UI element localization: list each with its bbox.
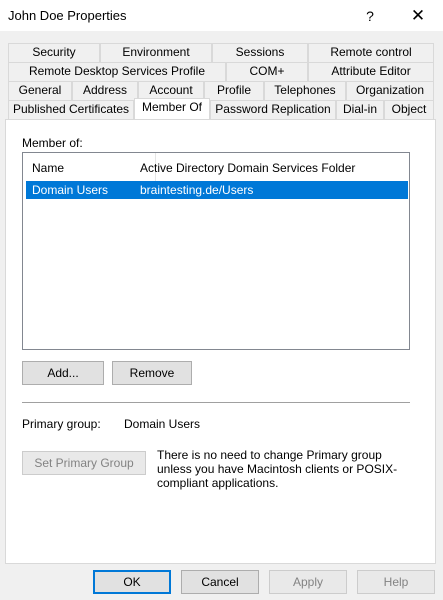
tab-sessions[interactable]: Sessions: [212, 43, 308, 62]
tab-remote-desktop-services-profile[interactable]: Remote Desktop Services Profile: [8, 62, 226, 81]
tab-password-replication[interactable]: Password Replication: [210, 100, 336, 119]
column-header-name[interactable]: Name: [32, 161, 64, 175]
row-folder: braintesting.de/Users: [140, 183, 254, 197]
remove-button[interactable]: Remove: [112, 361, 192, 385]
help-icon[interactable]: ?: [352, 4, 388, 28]
tab-environment[interactable]: Environment: [100, 43, 212, 62]
tab-dial-in[interactable]: Dial-in: [336, 100, 384, 119]
add-button[interactable]: Add...: [22, 361, 104, 385]
column-header-folder[interactable]: Active Directory Domain Services Folder: [140, 161, 355, 175]
divider: [22, 402, 410, 403]
tab-object[interactable]: Object: [384, 100, 434, 119]
tab-security[interactable]: Security: [8, 43, 100, 62]
member-of-label: Member of:: [22, 136, 83, 150]
row-name: Domain Users: [32, 183, 109, 197]
tab-member-of[interactable]: Member Of: [134, 98, 210, 119]
tab-profile[interactable]: Profile: [204, 81, 264, 100]
set-primary-group-button[interactable]: Set Primary Group: [22, 451, 146, 475]
tab-telephones[interactable]: Telephones: [264, 81, 346, 100]
tab-organization[interactable]: Organization: [346, 81, 434, 100]
primary-group-label: Primary group:: [22, 417, 101, 431]
cancel-button[interactable]: Cancel: [181, 570, 259, 594]
tab-remote-control[interactable]: Remote control: [308, 43, 434, 62]
close-icon[interactable]: ✕: [398, 4, 438, 28]
help-button[interactable]: Help: [357, 570, 435, 594]
primary-group-note: There is no need to change Primary group…: [157, 448, 398, 490]
apply-button[interactable]: Apply: [269, 570, 347, 594]
window-title: John Doe Properties: [8, 8, 127, 23]
tab-address[interactable]: Address: [72, 81, 138, 100]
tab-com-plus[interactable]: COM+: [226, 62, 308, 81]
ok-button[interactable]: OK: [93, 570, 171, 594]
member-of-list[interactable]: Name Active Directory Domain Services Fo…: [22, 152, 410, 350]
tab-general[interactable]: General: [8, 81, 72, 100]
table-row[interactable]: Domain Users braintesting.de/Users: [26, 181, 408, 199]
tab-published-certificates[interactable]: Published Certificates: [8, 100, 134, 119]
primary-group-value: Domain Users: [124, 417, 201, 431]
tab-attribute-editor[interactable]: Attribute Editor: [308, 62, 434, 81]
